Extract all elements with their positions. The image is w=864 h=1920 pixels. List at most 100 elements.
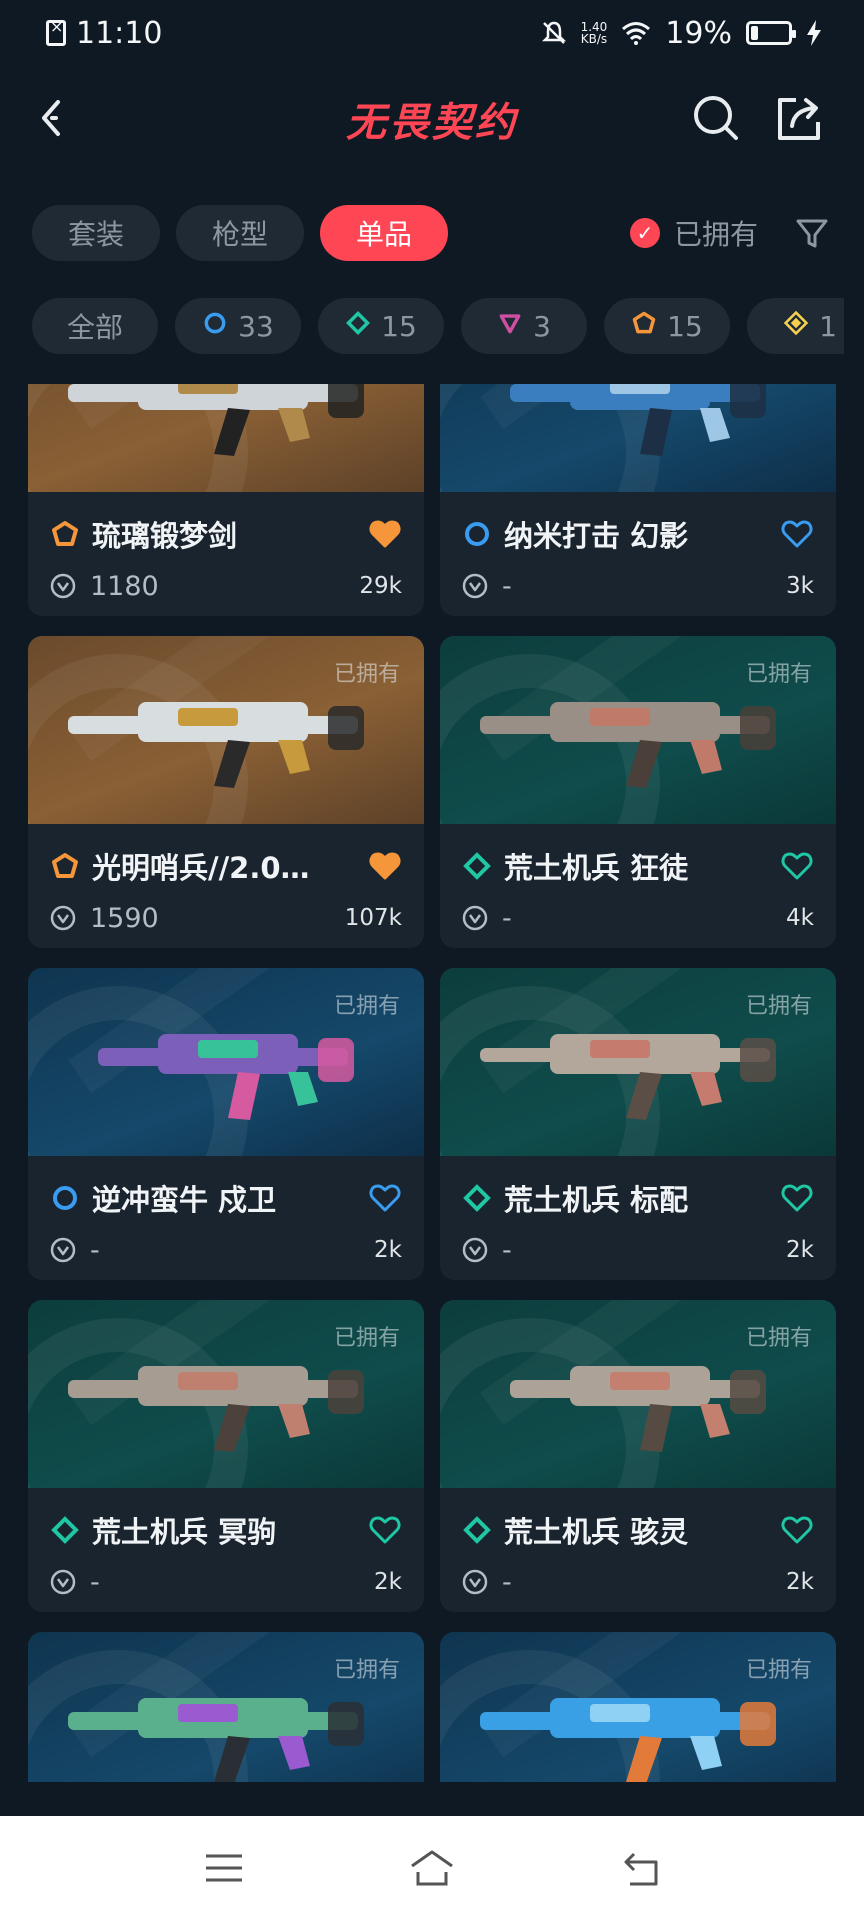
skin-price: - <box>502 1234 512 1266</box>
owned-filter-label: 已拥有 <box>673 218 758 251</box>
tier-chip-all[interactable]: 全部 <box>32 298 158 354</box>
battery-percent: 19% <box>665 15 732 51</box>
skin-info: 逆冲蛮牛 戍卫 - 2k <box>28 1156 424 1280</box>
like-count: 2k <box>374 1569 402 1595</box>
back-nav-icon[interactable] <box>616 1844 664 1892</box>
category-tabs: 套装 枪型 单品 ✓ 已拥有 <box>32 204 832 262</box>
filter-icon[interactable] <box>792 213 832 253</box>
owned-tag: 已拥有 <box>745 1326 812 1351</box>
tier-chip-count: 15 <box>667 309 703 343</box>
skin-card[interactable]: 已拥有 光明哨兵//2.0… 1590 107k <box>28 636 424 948</box>
tier-chip-ultra[interactable]: 1 <box>747 298 844 354</box>
vp-currency-icon <box>50 905 76 931</box>
vp-currency-icon <box>50 1569 76 1595</box>
skin-name: 荒土机兵 冥驹 <box>92 1515 277 1549</box>
heart-icon[interactable] <box>780 517 814 551</box>
owned-tag: 已拥有 <box>333 662 400 687</box>
skin-card[interactable]: 已拥有荒土机兵 狂徒 - 4k <box>440 636 836 948</box>
skin-image: 已拥有 <box>28 968 424 1156</box>
tab-weapon-types[interactable]: 枪型 <box>176 205 304 261</box>
skin-name: 荒土机兵 标配 <box>504 1183 689 1217</box>
skin-card[interactable]: 纳米打击 幻影 - 3k <box>440 384 836 616</box>
skin-image <box>440 384 836 492</box>
heart-icon[interactable] <box>780 1181 814 1215</box>
owned-tag: 已拥有 <box>333 1326 400 1351</box>
exclusive-tier-icon <box>50 519 80 549</box>
skin-card[interactable]: 琉璃锻梦剑 1180 29k <box>28 384 424 616</box>
charging-icon <box>807 20 821 46</box>
tab-single-items[interactable]: 单品 <box>320 205 448 261</box>
owned-tag: 已拥有 <box>333 994 400 1019</box>
search-icon[interactable] <box>686 88 746 148</box>
skin-card[interactable]: 已拥有 荒土机兵 骇灵 - 2k <box>440 1300 836 1612</box>
tier-chip-premium[interactable]: 3 <box>461 298 587 354</box>
deluxe-tier-icon <box>462 1515 492 1545</box>
heart-icon[interactable] <box>368 1513 402 1547</box>
vp-currency-icon <box>462 573 488 599</box>
skin-price: 1590 <box>90 902 159 934</box>
item-grid-viewport[interactable]: 琉璃锻梦剑 1180 29k 纳米打击 幻影 -3k 已拥有 光明哨兵//2.0… 159… <box>0 384 864 1782</box>
tier-chip-exclusive[interactable]: 15 <box>604 298 730 354</box>
skin-image <box>28 384 424 492</box>
tier-chip-count: 33 <box>238 309 274 343</box>
skin-info: 琉璃锻梦剑 1180 29k <box>28 492 424 616</box>
wifi-icon <box>622 22 651 45</box>
skin-price: - <box>502 1566 512 1598</box>
tier-chip-count: 3 <box>533 309 551 343</box>
owned-tag: 已拥有 <box>745 662 812 687</box>
tier-filter-chips: 全部 33 15 3 15 1 <box>32 298 844 354</box>
vp-currency-icon <box>462 1569 488 1595</box>
skin-card[interactable]: 已拥有逆冲蛮牛 獠犬 <box>28 1632 424 1782</box>
deluxe-tier-icon <box>50 1515 80 1545</box>
select-tier-icon <box>202 310 228 343</box>
exclusive-tier-icon <box>50 851 80 881</box>
select-tier-icon <box>50 1183 80 1213</box>
owned-tag: 已拥有 <box>333 1658 400 1683</box>
app-header: 无畏契约 <box>0 80 864 156</box>
like-count: 2k <box>374 1237 402 1263</box>
skin-card[interactable]: 已拥有逆冲蛮牛 戍卫 - 2k <box>28 968 424 1280</box>
vp-currency-icon <box>50 573 76 599</box>
heart-icon[interactable] <box>780 1513 814 1547</box>
skin-info: 光明哨兵//2.0… 1590 107k <box>28 824 424 948</box>
owned-filter-toggle[interactable]: ✓ 已拥有 <box>629 213 758 253</box>
tab-bundles[interactable]: 套装 <box>32 205 160 261</box>
mute-icon <box>541 21 566 44</box>
skin-card[interactable]: 已拥有纳米打击 奥丁 <box>440 1632 836 1782</box>
heart-icon[interactable] <box>368 1181 402 1215</box>
skin-info: 荒土机兵 标配 - 2k <box>440 1156 836 1280</box>
heart-icon[interactable] <box>780 849 814 883</box>
skin-name: 光明哨兵//2.0… <box>92 851 310 885</box>
skin-name: 琉璃锻梦剑 <box>92 519 238 553</box>
skin-card[interactable]: 已拥有 荒土机兵 标配 - 2k <box>440 968 836 1280</box>
skin-image: 已拥有 <box>28 1632 424 1782</box>
ultra-tier-icon <box>783 310 809 343</box>
skin-price: - <box>90 1566 100 1598</box>
skin-image: 已拥有 <box>440 968 836 1156</box>
system-nav-bar <box>0 1816 864 1920</box>
skin-card[interactable]: 已拥有荒土机兵 冥驹 - 2k <box>28 1300 424 1612</box>
tier-chip-deluxe[interactable]: 15 <box>318 298 444 354</box>
like-count: 4k <box>786 905 814 931</box>
skin-price: - <box>502 570 512 602</box>
select-tier-icon <box>462 519 492 549</box>
skin-image: 已拥有 <box>28 636 424 824</box>
skin-name: 荒土机兵 狂徒 <box>504 851 689 885</box>
status-bar: 11:10 1.40 KB/s 19% <box>0 0 864 66</box>
skin-price: 1180 <box>90 570 159 602</box>
item-grid: 琉璃锻梦剑 1180 29k 纳米打击 幻影 -3k 已拥有 光明哨兵//2.0… 159… <box>28 384 836 1782</box>
tier-chip-count: 15 <box>381 309 417 343</box>
home-icon[interactable] <box>408 1844 456 1892</box>
like-count: 2k <box>786 1569 814 1595</box>
skin-info: 荒土机兵 狂徒 - 4k <box>440 824 836 948</box>
menu-icon[interactable] <box>200 1844 248 1892</box>
heart-icon[interactable] <box>368 517 402 551</box>
skin-info: 荒土机兵 骇灵 - 2k <box>440 1488 836 1612</box>
skin-info: 荒土机兵 冥驹 - 2k <box>28 1488 424 1612</box>
tier-chip-select[interactable]: 33 <box>175 298 301 354</box>
skin-price: - <box>502 902 512 934</box>
heart-icon[interactable] <box>368 849 402 883</box>
skin-name: 纳米打击 幻影 <box>504 519 689 553</box>
owned-tag: 已拥有 <box>745 994 812 1019</box>
share-icon[interactable] <box>768 88 828 148</box>
